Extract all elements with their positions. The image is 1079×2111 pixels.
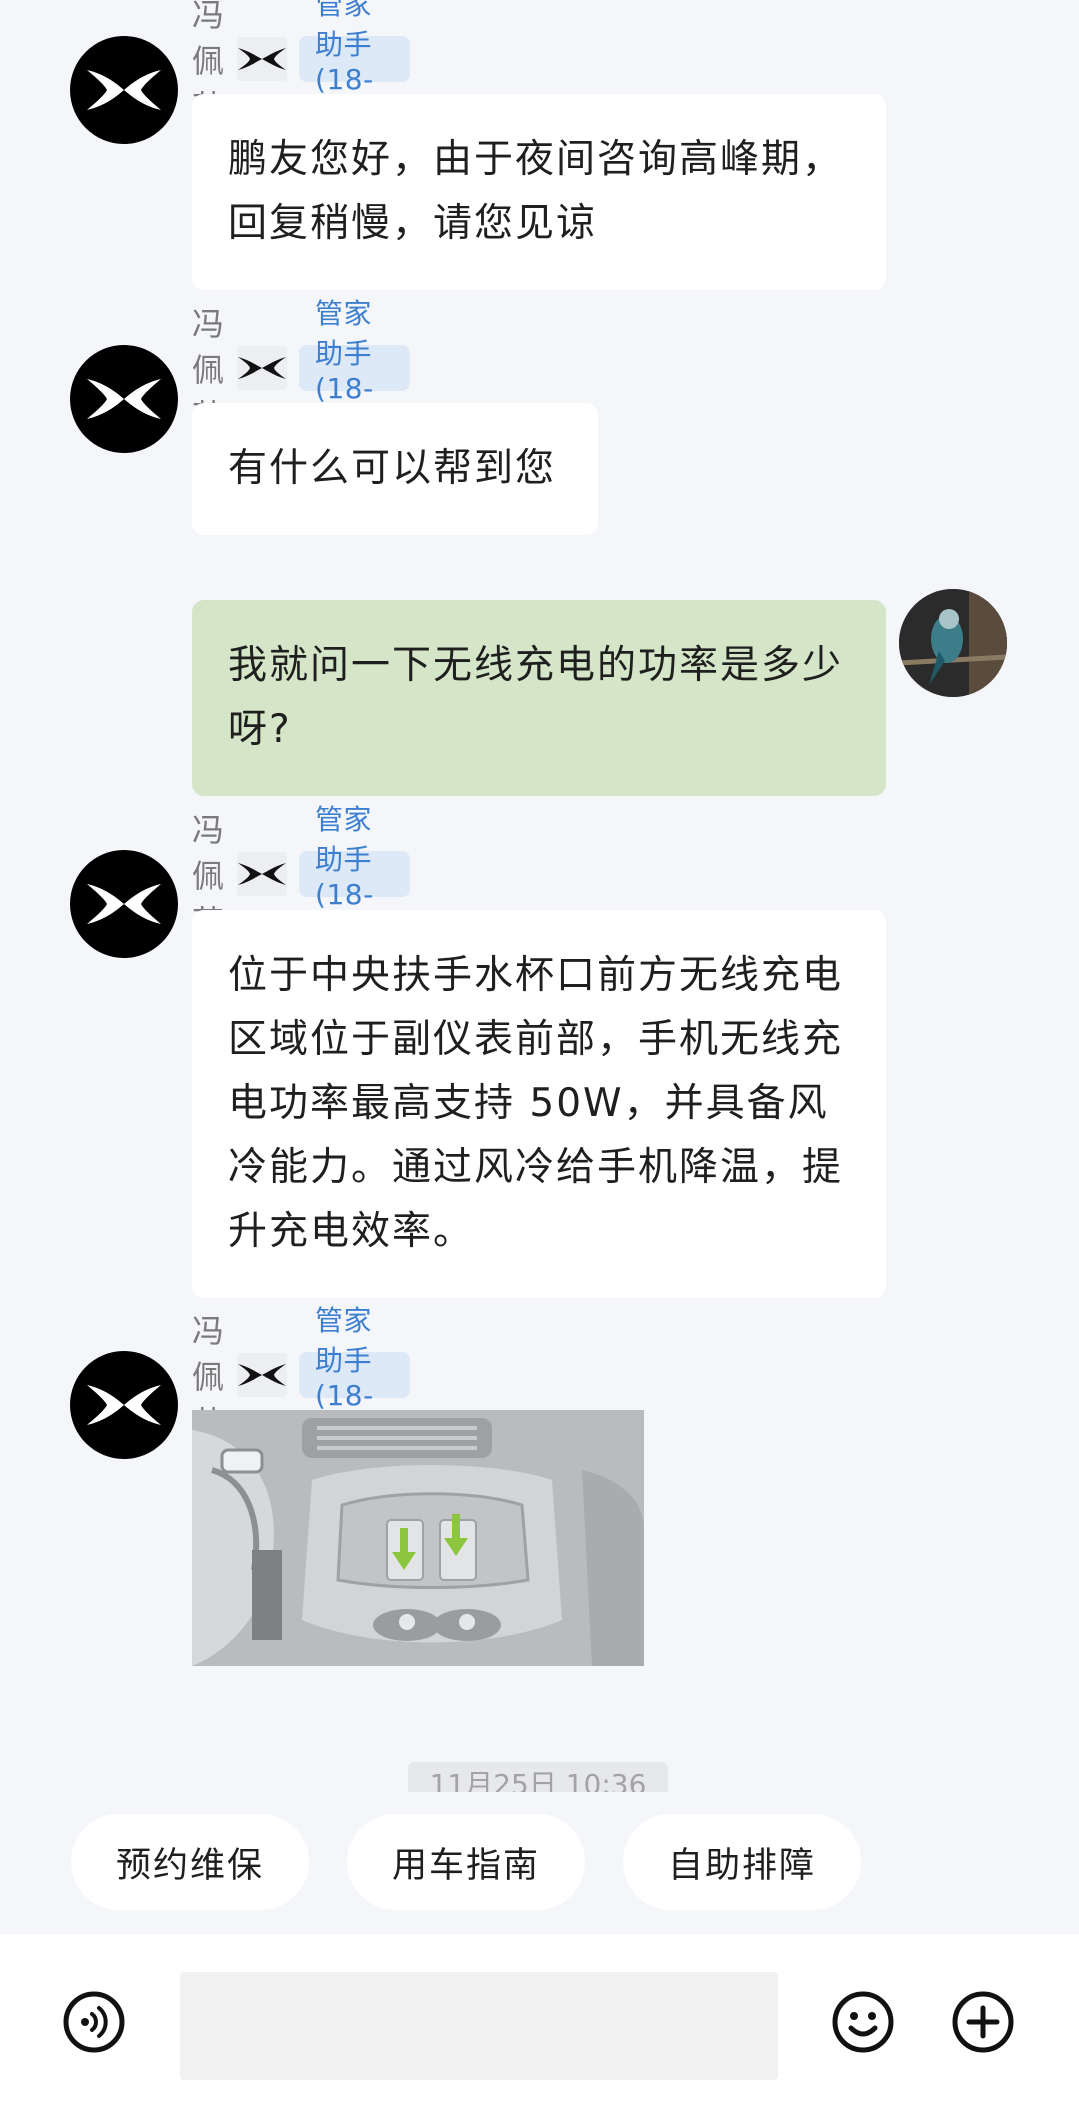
xpeng-x-logo-icon: [238, 1364, 287, 1386]
user-avatar[interactable]: [899, 589, 1007, 697]
input-bar: [0, 1934, 1079, 2111]
sender-row: 冯佩茹 管家助手(18-22点): [192, 0, 410, 134]
message-bubble[interactable]: 位于中央扶手水杯口前方无线充电区域位于副仪表前部，手机无线充电功率最高支持 50…: [192, 910, 886, 1298]
sender-row: 冯佩茹 管家助手(18-22点): [192, 803, 410, 949]
sender-row: 冯佩茹 管家助手(18-22点): [192, 297, 410, 443]
agent-avatar[interactable]: [70, 850, 178, 958]
wireless-charging-image: [192, 1410, 644, 1666]
quick-action-vehicle-guide[interactable]: 用车指南: [347, 1814, 585, 1910]
role-badge: 管家助手(18-22点): [299, 803, 410, 949]
brand-badge: [237, 852, 288, 896]
message-input[interactable]: [180, 1972, 778, 2080]
role-badge: 管家助手(18-22点): [299, 297, 410, 443]
quick-action-self-troubleshoot[interactable]: 自助排障: [623, 1814, 861, 1910]
message-bubble[interactable]: 鹏友您好，由于夜间咨询高峰期，回复稍慢，请您见谅: [192, 94, 886, 290]
role-badge: 管家助手(18-22点): [299, 0, 410, 134]
xpeng-x-logo-icon: [87, 1385, 161, 1425]
add-icon[interactable]: [951, 1990, 1015, 2054]
agent-avatar[interactable]: [70, 36, 178, 144]
xpeng-x-logo-icon: [87, 379, 161, 419]
xpeng-x-logo-icon: [238, 863, 287, 885]
parrot-avatar-image: [899, 589, 1007, 697]
message-bubble[interactable]: 有什么可以帮到您: [192, 403, 598, 535]
message-image[interactable]: [192, 1410, 644, 1666]
quick-action-maintenance-booking[interactable]: 预约维保: [71, 1814, 309, 1910]
timestamp: 11月25日 10:36: [408, 1762, 668, 1792]
sender-row: 冯佩茹 管家助手(18-22点): [192, 1304, 410, 1450]
brand-badge: [237, 346, 288, 390]
role-badge: 管家助手(18-22点): [299, 1304, 410, 1450]
agent-avatar[interactable]: [70, 1351, 178, 1459]
emoji-icon[interactable]: [831, 1990, 895, 2054]
brand-badge: [237, 37, 288, 81]
message-bubble-user[interactable]: 我就问一下无线充电的功率是多少呀?: [192, 600, 886, 796]
xpeng-x-logo-icon: [238, 48, 287, 70]
chat-screen: 冯佩茹 管家助手(18-22点) 鹏友您好，由于夜间咨询高峰期，回复稍慢，请您见…: [0, 0, 1079, 2111]
brand-badge: [237, 1353, 288, 1397]
voice-input-icon[interactable]: [62, 1990, 126, 2054]
xpeng-x-logo-icon: [238, 357, 287, 379]
xpeng-x-logo-icon: [87, 70, 161, 110]
xpeng-x-logo-icon: [87, 884, 161, 924]
agent-avatar[interactable]: [70, 345, 178, 453]
